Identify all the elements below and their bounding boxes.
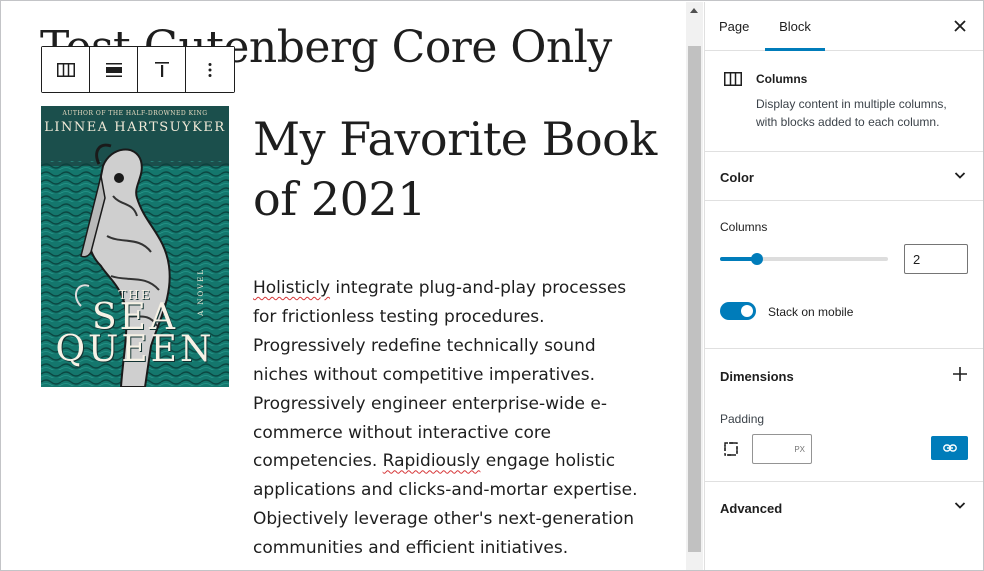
close-icon [954, 20, 966, 32]
cover-title: THE SEA QUEEN [49, 288, 221, 368]
tab-block[interactable]: Block [765, 2, 825, 51]
more-options-icon [208, 62, 212, 77]
scrollbar-thumb[interactable] [688, 46, 701, 552]
editor-canvas: Test Gutenberg Core Only AUTHOR OF THE H… [2, 2, 686, 570]
columns-label: Columns [720, 220, 768, 234]
block-card: Columns Display content in multiple colu… [705, 51, 983, 152]
range-thumb[interactable] [751, 253, 764, 265]
close-sidebar-button[interactable] [950, 16, 970, 36]
link-sides-button[interactable] [931, 436, 968, 460]
tab-page[interactable]: Page [719, 2, 749, 50]
block-card-description: Display content in multiple columns, wit… [756, 97, 947, 129]
link-icon [942, 444, 957, 452]
stack-on-mobile-toggle[interactable] [720, 302, 756, 320]
box-padding-icon [724, 442, 738, 456]
advanced-panel-toggle[interactable]: Advanced [705, 482, 983, 532]
misspelled-word: Rapidiously [382, 451, 481, 472]
body-paragraph[interactable]: Holisticly integrate plug-and-play proce… [253, 274, 653, 563]
color-panel-toggle[interactable]: Color [705, 152, 983, 201]
editor-window: Test Gutenberg Core Only AUTHOR OF THE H… [0, 0, 984, 571]
padding-unit: PX [794, 445, 805, 454]
book-heading[interactable]: My Favorite Book of 2021 [253, 109, 673, 229]
dimensions-panel: Dimensions Padding PX [705, 349, 983, 482]
vertical-align-button[interactable] [138, 47, 186, 92]
sidebar-tabs: Page Block [705, 2, 983, 51]
editor-scrollbar[interactable] [686, 2, 703, 570]
padding-label: Padding [720, 412, 765, 426]
dimensions-title: Dimensions [720, 369, 794, 384]
book-cover-image[interactable]: AUTHOR OF THE HALF-DROWNED KING LINNEA H… [41, 106, 229, 387]
stack-on-mobile-label: Stack on mobile [768, 305, 854, 319]
scroll-up-arrow-icon[interactable] [690, 8, 698, 13]
cover-title-main: SEA QUEEN [55, 297, 215, 370]
padding-input[interactable]: PX [752, 434, 812, 464]
cover-author: LINNEA HARTSUYKER [44, 120, 226, 135]
chevron-down-icon [954, 502, 966, 509]
columns-icon [724, 72, 742, 86]
block-card-title: Columns [756, 72, 808, 86]
toggle-knob [741, 305, 753, 317]
advanced-panel-title: Advanced [720, 501, 783, 516]
cover-tagline: AUTHOR OF THE HALF-DROWNED KING [62, 110, 208, 117]
misspelled-word: Holisticly [253, 278, 331, 298]
align-button[interactable] [90, 47, 138, 92]
chevron-down-icon [954, 172, 966, 179]
vertical-align-top-icon [154, 61, 169, 77]
columns-range-slider[interactable] [720, 253, 888, 265]
columns-icon [56, 62, 75, 77]
align-icon [105, 62, 122, 77]
plus-icon[interactable] [950, 364, 970, 384]
columns-settings-panel: Columns Stack on mobile [705, 201, 983, 349]
columns-block-switcher-button[interactable] [42, 47, 90, 92]
block-toolbar [41, 46, 235, 93]
more-options-button[interactable] [186, 47, 234, 92]
settings-sidebar: Page Block Columns Display content in mu… [704, 2, 983, 570]
color-panel-title: Color [720, 170, 754, 185]
paragraph-text: integrate plug-and-play processes for fr… [253, 278, 627, 472]
columns-number-input[interactable] [904, 244, 968, 274]
